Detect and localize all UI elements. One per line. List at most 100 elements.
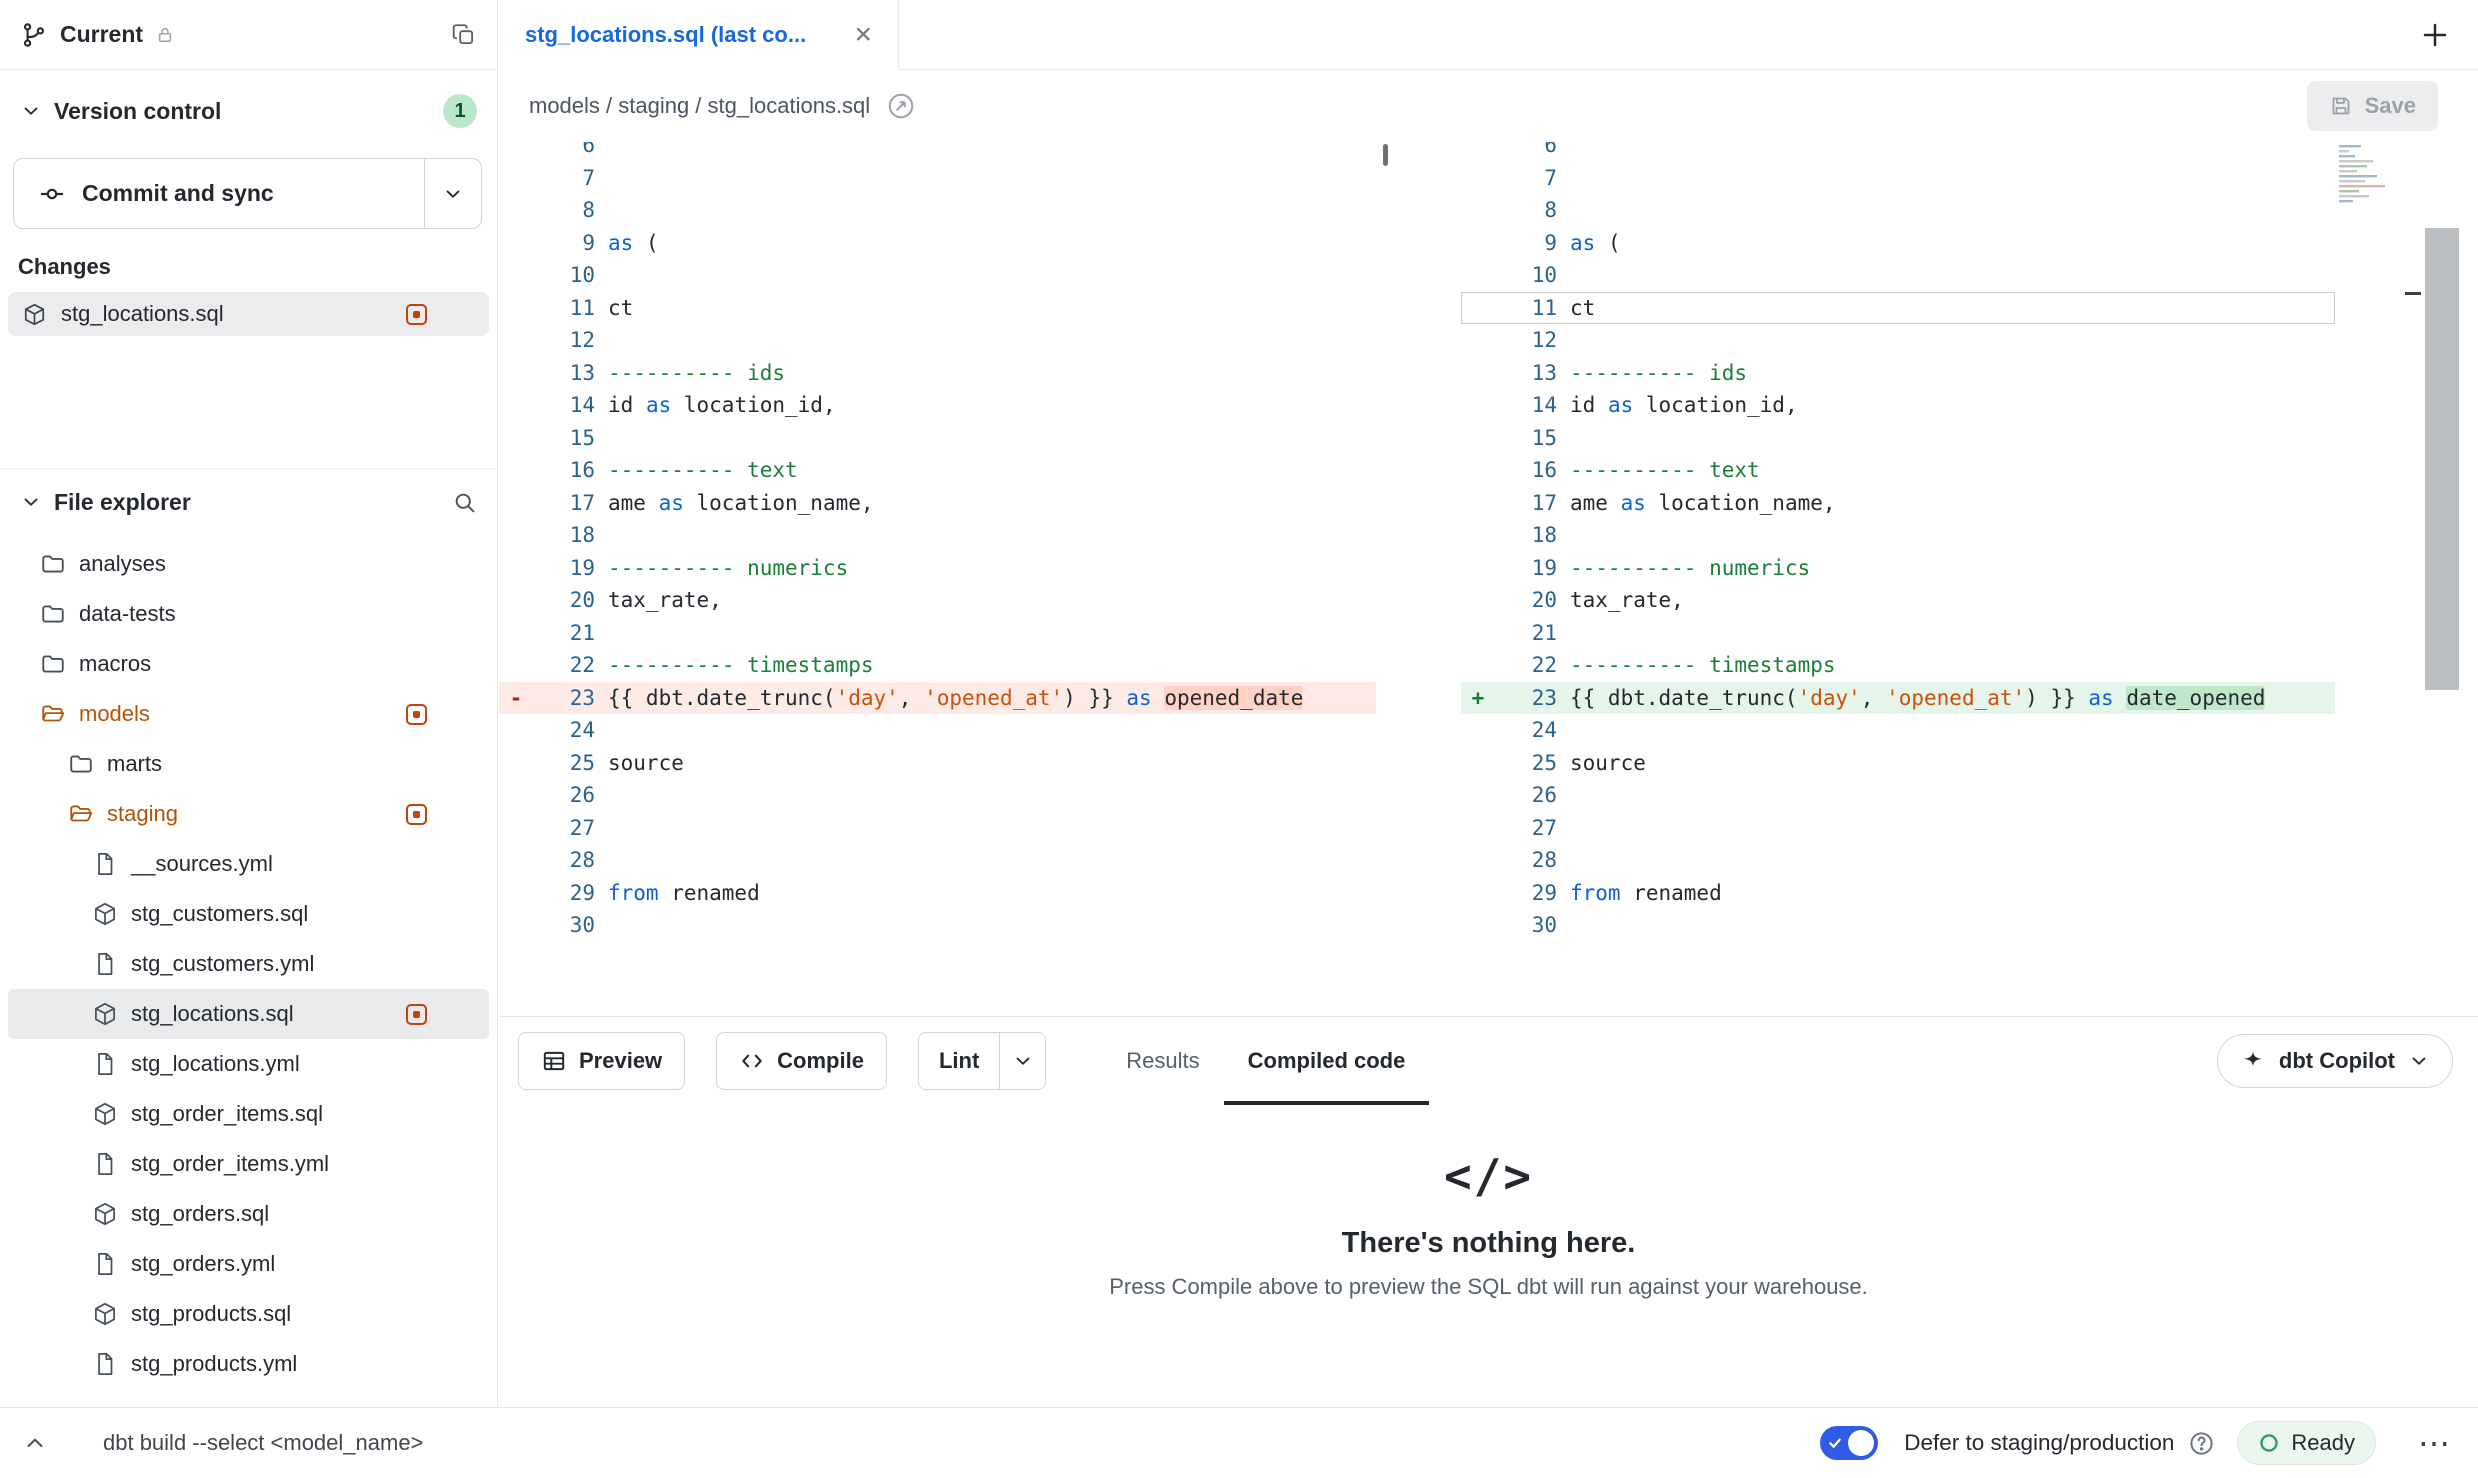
code-line-28[interactable]: 28	[1461, 844, 2335, 877]
diff-editor[interactable]: 6789as (1011ct1213---------- ids14id as …	[499, 142, 2478, 1016]
code-line-29[interactable]: 29from renamed	[499, 877, 1376, 910]
tree-item-macros[interactable]: macros	[8, 639, 489, 689]
code-line-27[interactable]: 27	[499, 812, 1376, 845]
code-line-18[interactable]: 18	[499, 519, 1376, 552]
tree-item-stg_customers.yml[interactable]: stg_customers.yml	[8, 939, 489, 989]
code-line-26[interactable]: 26	[499, 779, 1376, 812]
code-line-14[interactable]: 14id as location_id,	[1461, 389, 2335, 422]
code-line-20[interactable]: 20tax_rate,	[499, 584, 1376, 617]
code-line-27[interactable]: 27	[1461, 812, 2335, 845]
duplicate-icon[interactable]	[451, 22, 477, 48]
code-line-13[interactable]: 13---------- ids	[1461, 357, 2335, 390]
code-line-8[interactable]: 8	[1461, 194, 2335, 227]
save-button[interactable]: Save	[2307, 81, 2438, 131]
preview-button[interactable]: Preview	[518, 1032, 685, 1090]
code-line-15[interactable]: 15	[1461, 422, 2335, 455]
code-line-22[interactable]: 22---------- timestamps	[499, 649, 1376, 682]
tree-item-marts[interactable]: marts	[8, 739, 489, 789]
tree-item-stg_order_items.yml[interactable]: stg_order_items.yml	[8, 1139, 489, 1189]
code-line-12[interactable]: 12	[499, 324, 1376, 357]
close-icon[interactable]: ×	[854, 20, 872, 50]
code-line-6[interactable]: 6	[1461, 142, 2335, 162]
tree-item-stg_locations.yml[interactable]: stg_locations.yml	[8, 1039, 489, 1089]
diff-pane-modified[interactable]: 6789as (1011ct1213---------- ids14id as …	[1461, 142, 2335, 1016]
code-line-7[interactable]: 7	[1461, 162, 2335, 195]
code-line-20[interactable]: 20tax_rate,	[1461, 584, 2335, 617]
tree-item-stg_order_items.sql[interactable]: stg_order_items.sql	[8, 1089, 489, 1139]
code-line-18[interactable]: 18	[1461, 519, 2335, 552]
code-line-25[interactable]: 25source	[499, 747, 1376, 780]
commit-and-sync-main[interactable]: Commit and sync	[14, 159, 424, 228]
changed-file-stg_locations.sql[interactable]: stg_locations.sql	[8, 292, 489, 336]
tab-compiled-code[interactable]: Compiled code	[1224, 1017, 1430, 1105]
code-line-12[interactable]: 12	[1461, 324, 2335, 357]
code-line-9[interactable]: 9as (	[499, 227, 1376, 260]
code-line-16[interactable]: 16---------- text	[1461, 454, 2335, 487]
file-explorer-header[interactable]: File explorer	[0, 469, 497, 535]
tree-item-stg_orders.sql[interactable]: stg_orders.sql	[8, 1189, 489, 1239]
ready-status-badge[interactable]: Ready	[2237, 1421, 2376, 1465]
code-line-28[interactable]: 28	[499, 844, 1376, 877]
tree-item-__sources.yml[interactable]: __sources.yml	[8, 839, 489, 889]
dbt-copilot-button[interactable]: dbt Copilot	[2217, 1034, 2453, 1088]
left-pane-scrollbar[interactable]	[1383, 144, 1388, 166]
commit-options-button[interactable]	[424, 159, 481, 228]
lint-options-button[interactable]	[999, 1033, 1045, 1089]
code-line-13[interactable]: 13---------- ids	[499, 357, 1376, 390]
code-line-14[interactable]: 14id as location_id,	[499, 389, 1376, 422]
code-line-10[interactable]: 10	[1461, 259, 2335, 292]
tree-item-models[interactable]: models	[8, 689, 489, 739]
code-line-25[interactable]: 25source	[1461, 747, 2335, 780]
code-line-21[interactable]: 21	[1461, 617, 2335, 650]
code-line-24[interactable]: 24	[1461, 714, 2335, 747]
diff-pane-original[interactable]: 6789as (1011ct1213---------- ids14id as …	[499, 142, 1376, 1016]
code-line-23[interactable]: -23{{ dbt.date_trunc('day', 'opened_at')…	[499, 682, 1376, 715]
tree-item-analyses[interactable]: analyses	[8, 539, 489, 589]
code-line-30[interactable]: 30	[499, 909, 1376, 942]
code-line-17[interactable]: 17ame as location_name,	[1461, 487, 2335, 520]
code-line-16[interactable]: 16---------- text	[499, 454, 1376, 487]
code-line-24[interactable]: 24	[499, 714, 1376, 747]
tree-item-stg_locations.sql[interactable]: stg_locations.sql	[8, 989, 489, 1039]
tree-item-stg_products.sql[interactable]: stg_products.sql	[8, 1289, 489, 1339]
code-line-6[interactable]: 6	[499, 142, 1376, 162]
code-line-22[interactable]: 22---------- timestamps	[1461, 649, 2335, 682]
file-link-icon[interactable]	[886, 91, 916, 121]
code-line-19[interactable]: 19---------- numerics	[1461, 552, 2335, 585]
code-line-15[interactable]: 15	[499, 422, 1376, 455]
tree-item-stg_customers.sql[interactable]: stg_customers.sql	[8, 889, 489, 939]
code-line-29[interactable]: 29from renamed	[1461, 877, 2335, 910]
tab-results[interactable]: Results	[1102, 1017, 1223, 1105]
minimap[interactable]	[2335, 142, 2399, 302]
editor-scrollbar[interactable]	[2424, 142, 2460, 1016]
lint-button[interactable]: Lint	[919, 1033, 999, 1089]
editor-scrollbar-thumb[interactable]	[2425, 228, 2459, 690]
new-tab-button[interactable]	[2420, 20, 2450, 50]
commit-and-sync-button[interactable]: Commit and sync	[13, 158, 482, 229]
code-line-30[interactable]: 30	[1461, 909, 2335, 942]
more-menu-button[interactable]: ⋯	[2418, 1427, 2450, 1459]
tab-stg-locations-sql[interactable]: stg_locations.sql (last co... ×	[499, 0, 899, 70]
defer-toggle[interactable]	[1820, 1426, 1878, 1460]
code-line-7[interactable]: 7	[499, 162, 1376, 195]
code-line-10[interactable]: 10	[499, 259, 1376, 292]
tree-item-staging[interactable]: staging	[8, 789, 489, 839]
code-line-26[interactable]: 26	[1461, 779, 2335, 812]
compile-button[interactable]: Compile	[716, 1032, 887, 1090]
help-icon[interactable]	[2188, 1430, 2215, 1457]
code-line-11[interactable]: 11ct	[1461, 292, 2335, 325]
code-line-8[interactable]: 8	[499, 194, 1376, 227]
code-line-21[interactable]: 21	[499, 617, 1376, 650]
code-line-23[interactable]: +23{{ dbt.date_trunc('day', 'opened_at')…	[1461, 682, 2335, 715]
version-control-header[interactable]: Version control 1	[0, 70, 497, 128]
code-line-9[interactable]: 9as (	[1461, 227, 2335, 260]
code-line-11[interactable]: 11ct	[499, 292, 1376, 325]
code-line-17[interactable]: 17ame as location_name,	[499, 487, 1376, 520]
code-line-19[interactable]: 19---------- numerics	[499, 552, 1376, 585]
tree-item-stg_products.yml[interactable]: stg_products.yml	[8, 1339, 489, 1389]
command-input[interactable]: dbt build --select <model_name>	[103, 1430, 423, 1456]
tree-item-stg_orders.yml[interactable]: stg_orders.yml	[8, 1239, 489, 1289]
search-icon[interactable]	[452, 490, 477, 515]
chevron-up-icon[interactable]	[22, 1430, 48, 1456]
tree-item-data-tests[interactable]: data-tests	[8, 589, 489, 639]
